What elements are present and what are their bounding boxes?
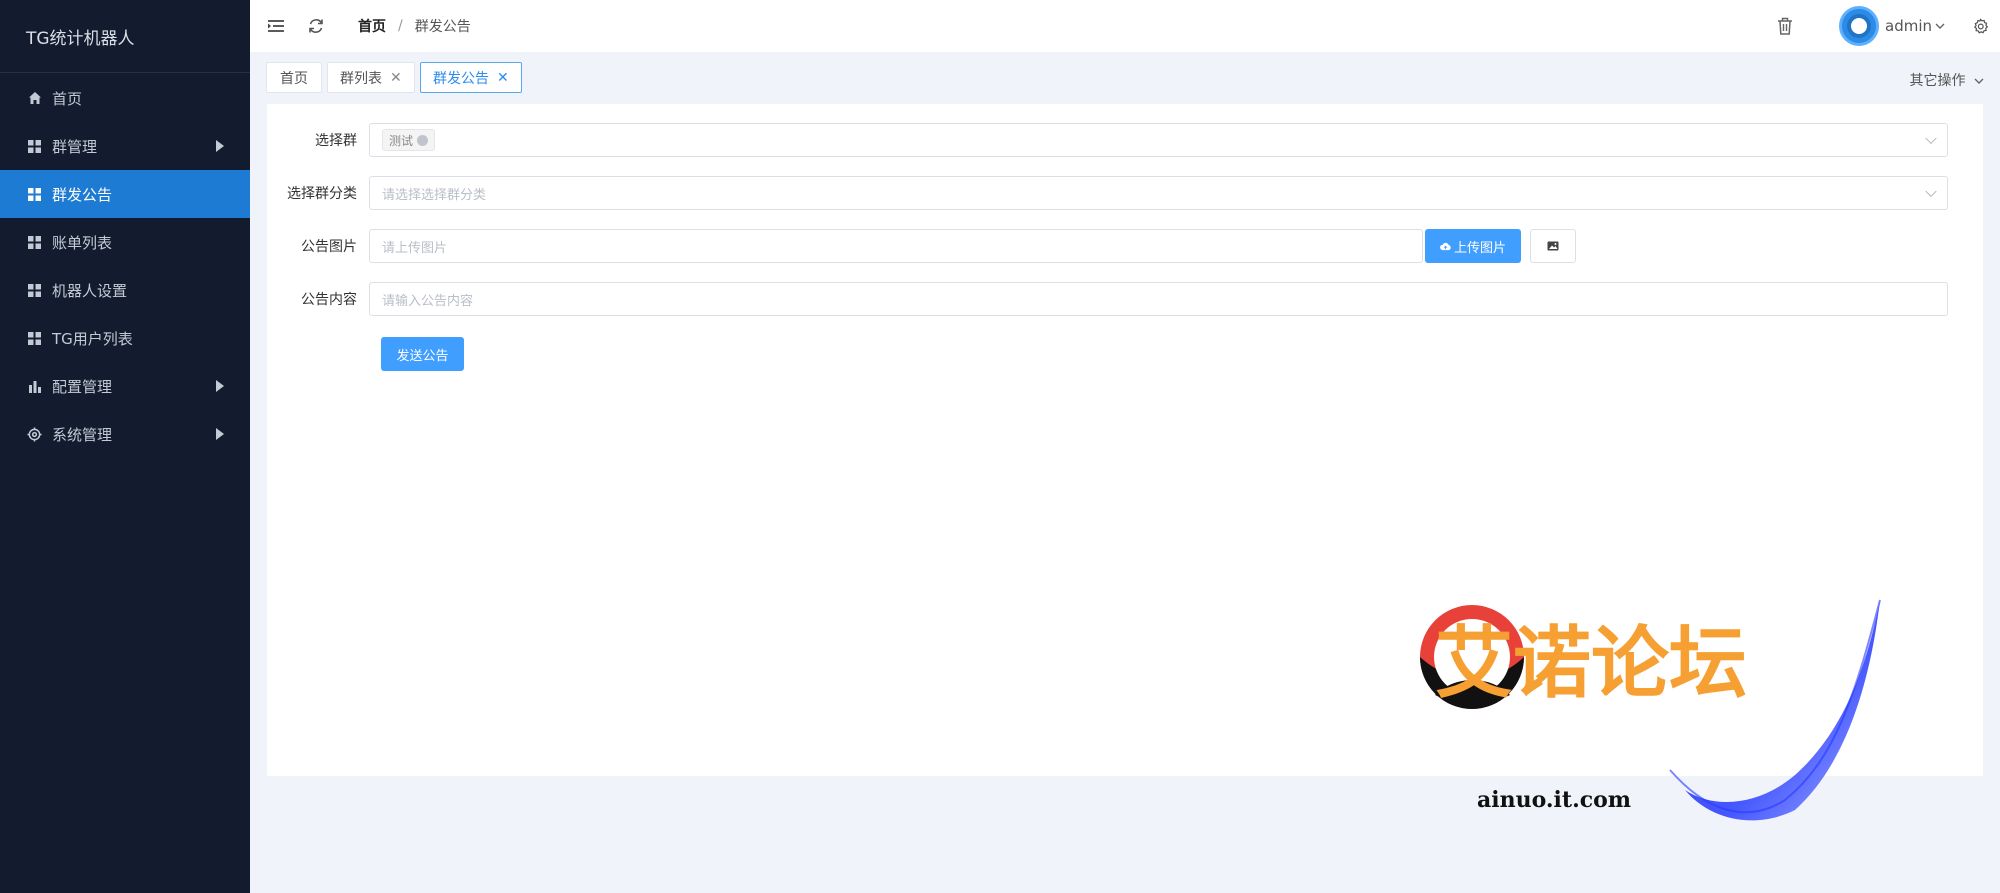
image-preview-button[interactable] <box>1530 229 1576 263</box>
sidebar-item-label: 群管理 <box>52 137 98 156</box>
sidebar-item-system-management[interactable]: 系统管理 <box>0 410 250 458</box>
image-label: 公告图片 <box>301 239 357 255</box>
grid-icon <box>27 283 42 298</box>
tab-group-list[interactable]: 群列表 ✕ <box>327 62 415 93</box>
chevron-down-icon <box>1925 132 1937 145</box>
home-icon <box>27 91 42 106</box>
cloud-upload-icon <box>1440 242 1451 251</box>
tabs-bar: 首页 群列表 ✕ 群发公告 ✕ 其它操作 <box>250 52 2000 104</box>
top-header: 首页 / 群发公告 admin <box>250 0 2000 52</box>
form-row-submit: 发送公告 <box>381 337 464 371</box>
breadcrumb-separator: / <box>398 18 403 34</box>
menu-toggle-icon[interactable] <box>266 16 286 36</box>
group-category-placeholder: 请选择选择群分类 <box>382 187 487 203</box>
sidebar-item-label: 系统管理 <box>52 425 113 444</box>
sidebar-item-tg-users[interactable]: TG用户列表 <box>0 314 250 362</box>
bar-chart-icon <box>27 379 42 394</box>
breadcrumb-home[interactable]: 首页 <box>358 16 386 36</box>
sidebar-item-label: 账单列表 <box>52 233 113 252</box>
content-label: 公告内容 <box>301 292 357 308</box>
sidebar-item-group-management[interactable]: 群管理 <box>0 122 250 170</box>
tab-home[interactable]: 首页 <box>266 62 322 93</box>
send-announcement-button[interactable]: 发送公告 <box>381 337 464 371</box>
grid-icon <box>27 187 42 202</box>
other-operations-dropdown[interactable]: 其它操作 <box>1910 70 1984 90</box>
header-actions: admin <box>1775 0 2000 52</box>
sidebar-item-group-announcement[interactable]: 群发公告 <box>0 170 250 218</box>
sidebar: TG统计机器人 首页 群管理 群发公告 账单列表 机器人设置 TG用户列表 配置… <box>0 0 250 893</box>
selected-group-tag: 测试 <box>382 129 436 151</box>
other-operations-label: 其它操作 <box>1909 73 1966 89</box>
sidebar-item-label: TG用户列表 <box>52 329 133 348</box>
image-icon <box>1547 241 1559 251</box>
sidebar-item-home[interactable]: 首页 <box>0 74 250 122</box>
caret-right-icon <box>216 140 224 152</box>
refresh-icon[interactable] <box>306 16 326 36</box>
tag-label: 测试 <box>389 133 414 148</box>
breadcrumb-current: 群发公告 <box>414 19 471 35</box>
grid-icon <box>27 139 42 154</box>
watermark-text: 艾诺论坛 <box>1435 619 1747 709</box>
grid-icon <box>27 235 42 250</box>
tab-label: 群列表 <box>340 70 382 87</box>
sidebar-item-bot-settings[interactable]: 机器人设置 <box>0 266 250 314</box>
settings-gear-icon[interactable] <box>1970 16 1990 36</box>
sidebar-item-label: 机器人设置 <box>52 281 128 300</box>
form-row-group: 选择群 测试 <box>267 123 1948 157</box>
sidebar-item-config-management[interactable]: 配置管理 <box>0 362 250 410</box>
upload-image-button[interactable]: 上传图片 <box>1425 229 1521 263</box>
breadcrumb: 首页 / 群发公告 <box>358 16 471 36</box>
avatar[interactable] <box>1839 6 1879 46</box>
close-icon[interactable]: ✕ <box>390 70 402 86</box>
form-row-group-category: 选择群分类 请选择选择群分类 <box>267 176 1948 210</box>
close-icon[interactable]: ✕ <box>497 70 509 86</box>
upload-image-label: 上传图片 <box>1453 239 1506 255</box>
chevron-down-icon[interactable] <box>1934 16 1946 36</box>
chevron-down-icon <box>1925 185 1937 198</box>
form-row-image: 公告图片 请上传图片 上传图片 <box>267 229 1576 263</box>
watermark-logo: 艾诺论坛 ainuo.it.com <box>1420 599 1881 821</box>
form-row-content: 公告内容 请输入公告内容 <box>267 282 1948 316</box>
group-category-label: 选择群分类 <box>287 186 357 202</box>
group-category-select[interactable]: 请选择选择群分类 <box>369 176 1948 210</box>
sidebar-menu: 首页 群管理 群发公告 账单列表 机器人设置 TG用户列表 配置管理 系统管理 <box>0 74 250 458</box>
tab-label: 群发公告 <box>433 70 489 87</box>
image-url-input[interactable]: 请上传图片 <box>369 229 1423 263</box>
image-placeholder: 请上传图片 <box>382 240 448 256</box>
chevron-down-icon <box>1974 73 1984 89</box>
username[interactable]: admin <box>1885 17 1932 35</box>
tag-remove-icon[interactable] <box>417 134 429 146</box>
tab-label: 首页 <box>280 70 308 87</box>
content-input[interactable]: 请输入公告内容 <box>369 282 1948 316</box>
watermark: 艾诺论坛 ainuo.it.com <box>1415 595 1885 845</box>
gear-icon <box>27 426 42 442</box>
group-label: 选择群 <box>315 133 357 149</box>
sidebar-item-bill-list[interactable]: 账单列表 <box>0 218 250 266</box>
watermark-url: ainuo.it.com <box>1477 787 1631 813</box>
content-placeholder: 请输入公告内容 <box>382 293 474 309</box>
sidebar-item-label: 群发公告 <box>52 185 113 204</box>
sidebar-item-label: 首页 <box>52 89 83 108</box>
sidebar-item-label: 配置管理 <box>52 377 113 396</box>
trash-icon[interactable] <box>1775 16 1795 36</box>
caret-right-icon <box>216 428 224 440</box>
app-title: TG统计机器人 <box>0 0 250 73</box>
grid-icon <box>27 331 42 346</box>
caret-right-icon <box>216 380 224 392</box>
group-select[interactable]: 测试 <box>369 123 1948 157</box>
tab-group-announcement[interactable]: 群发公告 ✕ <box>420 62 522 93</box>
